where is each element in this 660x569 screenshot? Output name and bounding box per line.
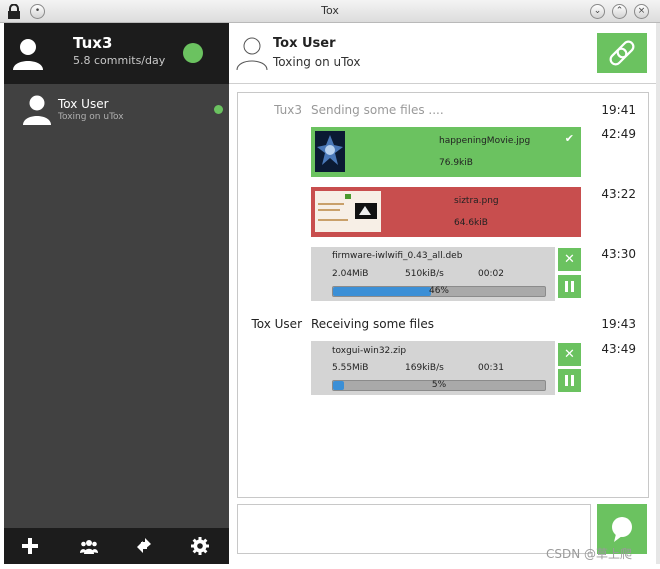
pause-transfer-button[interactable] <box>558 275 581 298</box>
friend-name: Tox User <box>58 97 109 111</box>
create-group-button[interactable] <box>77 535 101 557</box>
message-time: 43:22 <box>601 187 636 201</box>
self-status-message[interactable]: 5.8 commits/day <box>73 54 165 67</box>
cancel-transfer-button[interactable]: ✕ <box>558 248 581 271</box>
friend-avatar-icon <box>23 95 51 125</box>
file-transfer-in-progress[interactable]: toxgui-win32.zip 5.55MiB 169kiB/s 00:31 … <box>311 341 555 395</box>
self-status-indicator[interactable] <box>183 43 203 63</box>
gear-icon <box>191 537 209 555</box>
window-edge <box>656 23 660 564</box>
transfer-icon <box>137 538 151 553</box>
transfer-speed: 169kiB/s <box>405 363 444 373</box>
title-bar: • Tox ⌄ ⌃ × <box>0 0 660 23</box>
progress-label: 5% <box>431 380 447 390</box>
contact-status: Toxing on uTox <box>273 55 361 69</box>
friend-online-indicator <box>214 105 223 114</box>
maximize-button[interactable]: ⌃ <box>612 4 627 19</box>
plus-icon <box>22 538 38 554</box>
self-name[interactable]: Tux3 <box>73 34 112 52</box>
file-name: toxgui-win32.zip <box>332 346 407 356</box>
self-avatar-icon <box>13 39 43 70</box>
image-thumbnail <box>315 131 345 172</box>
chat-header: Tox User Toxing on uTox <box>229 23 656 84</box>
transfer-eta: 00:31 <box>478 363 504 373</box>
transfer-speed: 510kiB/s <box>405 269 444 279</box>
sidebar-toolbar <box>4 528 229 564</box>
file-size: 76.9kiB <box>439 158 473 168</box>
pause-icon <box>565 281 574 292</box>
file-size: 2.04MiB <box>332 269 369 279</box>
transfer-progress-bar: 46% <box>332 286 546 297</box>
image-thumbnail <box>315 191 381 232</box>
paperclip-icon <box>609 40 635 66</box>
file-name: happeningMovie.jpg <box>439 136 531 146</box>
file-name: firmware-iwlwifi_0.43_all.deb <box>332 251 463 261</box>
file-transfer-completed[interactable]: happeningMovie.jpg 76.9kiB ✔ <box>311 127 581 177</box>
message-author: Tox User <box>251 317 302 331</box>
contact-name: Tox User <box>273 36 336 51</box>
file-transfer-failed[interactable]: siztra.png 64.6kiB <box>311 187 581 237</box>
friend-list-item[interactable]: Tox User Toxing on uTox <box>4 87 229 131</box>
file-size: 5.55MiB <box>332 363 369 373</box>
file-transfers-button[interactable] <box>132 535 156 557</box>
file-size: 64.6kiB <box>454 218 488 228</box>
close-button[interactable]: × <box>634 4 649 19</box>
pause-icon <box>565 375 574 386</box>
sidebar: Tux3 5.8 commits/day Tox User Toxing on … <box>4 23 229 564</box>
self-profile[interactable]: Tux3 5.8 commits/day <box>4 23 229 84</box>
message-text: Sending some files .... <box>311 103 444 117</box>
message-time: 19:43 <box>601 317 636 331</box>
add-friend-button[interactable] <box>18 535 42 557</box>
window-title: Tox <box>321 4 339 17</box>
transfer-eta: 00:02 <box>478 269 504 279</box>
minimize-button[interactable]: ⌄ <box>590 4 605 19</box>
message-time: 42:49 <box>601 127 636 141</box>
settings-button[interactable] <box>188 535 212 557</box>
message-time: 43:49 <box>601 342 636 356</box>
message-time: 43:30 <box>601 247 636 261</box>
file-name: siztra.png <box>454 196 499 206</box>
file-transfer-in-progress[interactable]: firmware-iwlwifi_0.43_all.deb 2.04MiB 51… <box>311 247 555 301</box>
checkmark-icon: ✔ <box>564 132 574 145</box>
pause-transfer-button[interactable] <box>558 369 581 392</box>
message-author: Tux3 <box>274 103 302 117</box>
friend-status: Toxing on uTox <box>58 112 124 122</box>
message-list[interactable]: Tux3 Sending some files .... 19:41 42:49… <box>237 92 649 498</box>
message-time: 19:41 <box>601 103 636 117</box>
send-file-button[interactable] <box>597 33 647 73</box>
transfer-progress-bar: 5% <box>332 380 546 391</box>
watermark: CSDN @草上爬 <box>546 547 633 561</box>
group-icon <box>80 540 98 554</box>
contact-avatar-icon <box>236 37 268 71</box>
progress-label: 46% <box>428 286 449 296</box>
cancel-transfer-button[interactable]: ✕ <box>558 343 581 366</box>
message-input[interactable] <box>237 504 591 554</box>
message-text: Receiving some files <box>311 317 434 331</box>
